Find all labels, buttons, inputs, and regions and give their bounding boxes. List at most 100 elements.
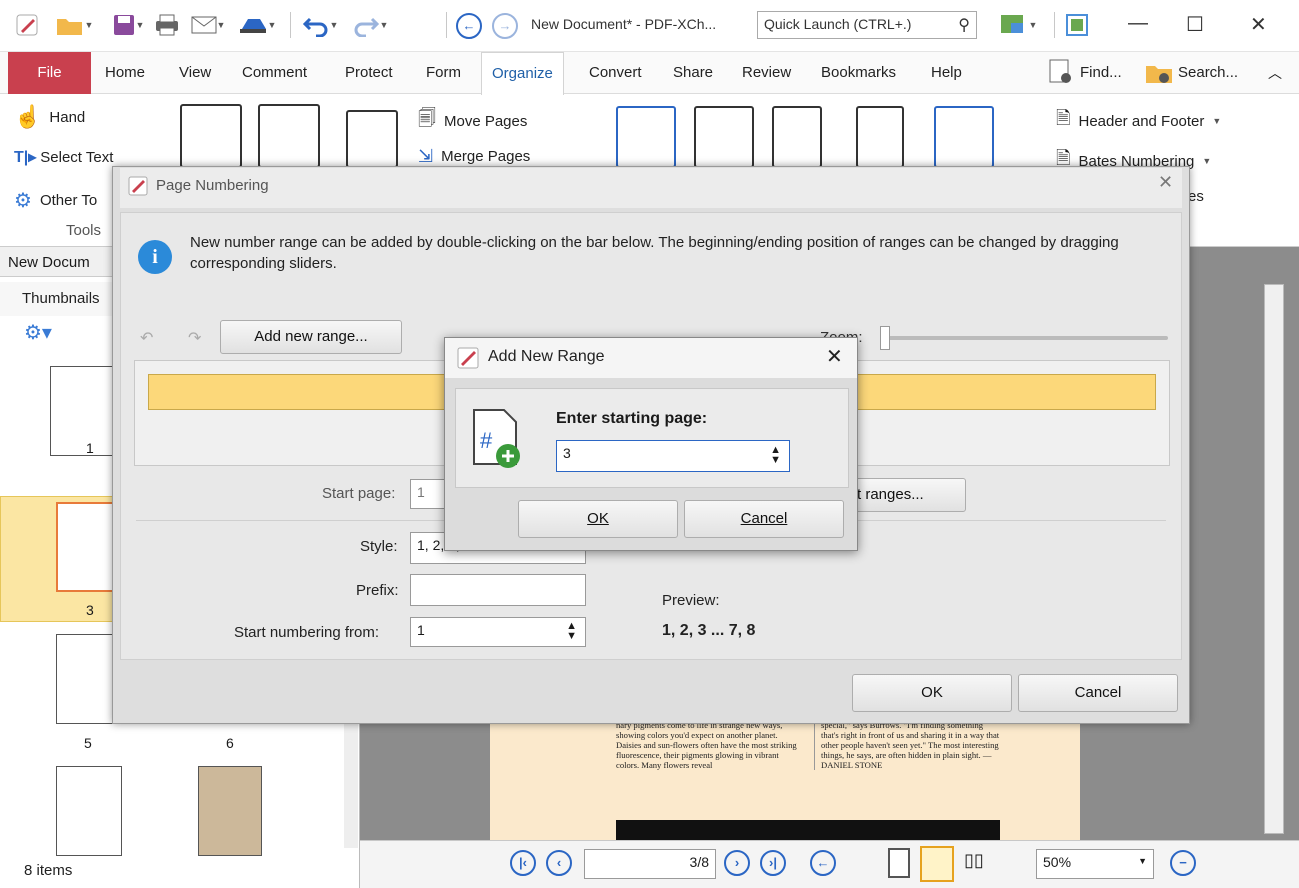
menu-protect[interactable]: Protect — [345, 64, 393, 81]
insert-pages-icon[interactable] — [180, 104, 242, 168]
gear-icon: ⚙ — [14, 190, 32, 212]
window-title: New Document* - PDF-XCh... — [531, 16, 717, 32]
page-text-col1: nary pigments come to life in strange ne… — [616, 720, 797, 770]
dialog-redo-icon[interactable]: ↷ — [188, 328, 201, 348]
zoom-select[interactable]: 50% ▼ — [1036, 849, 1154, 879]
prefix-field[interactable] — [410, 574, 586, 606]
print-icon[interactable] — [152, 10, 182, 40]
continuous-page-icon[interactable] — [920, 846, 954, 882]
app-logo-icon — [14, 10, 40, 40]
thumbnail-page-8[interactable] — [198, 766, 262, 856]
header-footer-button[interactable]: 🗎 Header and Footer ▼ — [1056, 106, 1221, 136]
menu-form[interactable]: Form — [426, 64, 461, 81]
menu-convert[interactable]: Convert — [589, 64, 642, 81]
last-page-icon[interactable]: ›| — [760, 850, 786, 876]
page-numbering-cancel-button[interactable]: Cancel — [1018, 674, 1178, 712]
page-numbering-logo-icon — [128, 176, 148, 199]
back-view-icon[interactable]: ← — [810, 850, 836, 876]
next-page-icon[interactable]: › — [724, 850, 750, 876]
close-icon[interactable]: ✕ — [1250, 12, 1267, 37]
rotate-pages-icon[interactable] — [616, 106, 676, 168]
customize-icon[interactable]: ▼ — [988, 10, 1048, 40]
menu-share[interactable]: Share — [673, 64, 713, 81]
resize-pages-icon[interactable] — [772, 106, 822, 168]
zoom-out-icon[interactable]: − — [1170, 850, 1196, 876]
open-folder-icon[interactable]: ▼ — [52, 10, 96, 40]
thumbnail-page-7[interactable] — [56, 766, 122, 856]
fullscreen-icon[interactable] — [1062, 10, 1092, 40]
crop-pages-icon[interactable] — [694, 106, 754, 168]
zoom-slider-track[interactable] — [880, 336, 1168, 340]
menu-organize[interactable]: Organize — [481, 52, 564, 95]
menu-help[interactable]: Help — [931, 64, 962, 81]
add-range-cancel-button[interactable]: Cancel — [684, 500, 844, 538]
page-numbering-close-icon[interactable]: ✕ — [1158, 172, 1173, 193]
dialog-undo-icon[interactable]: ↶ — [140, 328, 153, 348]
thumbnail-options-icon[interactable]: ⚙▾ — [24, 320, 52, 345]
redo-icon[interactable]: ▼ — [348, 10, 392, 40]
search-icon: ⚲ — [958, 17, 970, 34]
thumbnail-label-5: 5 — [84, 735, 92, 751]
viewer-scrollbar[interactable] — [1264, 284, 1284, 834]
first-page-icon[interactable]: |‹ — [510, 850, 536, 876]
move-pages-label: Move Pages — [443, 112, 528, 130]
tools-group-label: Tools — [66, 222, 102, 239]
collapse-ribbon-icon[interactable]: ︿ — [1268, 63, 1282, 83]
start-numbering-field[interactable]: 1 ▲ ▼ — [410, 617, 586, 647]
menu-home[interactable]: Home — [105, 64, 145, 81]
ranges-button[interactable]: t ranges... — [846, 478, 966, 512]
extract-pages-icon[interactable] — [346, 110, 398, 168]
hand-tool[interactable]: ☝ Hand — [14, 104, 85, 130]
header-footer-label: Header and Footer — [1078, 112, 1205, 130]
zoom-slider-thumb[interactable] — [880, 326, 890, 350]
other-tools[interactable]: ⚙ Other To — [14, 188, 97, 213]
thumbnails-tab[interactable]: Thumbnails — [22, 290, 100, 307]
select-text-icon: T|▸ — [14, 149, 37, 166]
menu-view[interactable]: View — [179, 64, 211, 81]
merge-pages-button[interactable]: ⇲ Merge Pages — [418, 146, 530, 167]
svg-text:#: # — [480, 428, 493, 453]
watermark-icon[interactable] — [856, 106, 904, 168]
zoom-value: 50% — [1043, 854, 1072, 870]
scan-icon[interactable]: ▼ — [232, 10, 282, 40]
preview-label: Preview: — [662, 592, 720, 609]
menu-comment[interactable]: Comment — [242, 64, 307, 81]
add-range-close-icon[interactable]: ✕ — [826, 344, 843, 369]
maximize-icon[interactable]: ☐ — [1186, 12, 1204, 37]
menu-review[interactable]: Review — [742, 64, 791, 81]
page-text-col2: special," says Burrows. "I'm finding som… — [814, 720, 1000, 770]
email-icon[interactable]: ▼ — [188, 10, 228, 40]
previous-page-icon[interactable]: ‹ — [546, 850, 572, 876]
chevron-down-icon: ▼ — [1212, 116, 1222, 126]
find-label: Find... — [1080, 63, 1122, 81]
select-text-tool[interactable]: T|▸ Select Text — [14, 147, 113, 167]
spin-icon[interactable]: ▲ ▼ — [770, 445, 781, 466]
thumbnail-page-1[interactable] — [50, 366, 116, 456]
minimize-icon[interactable]: — — [1128, 12, 1148, 35]
add-range-ok-button[interactable]: OK — [518, 500, 678, 538]
delete-pages-icon[interactable] — [258, 104, 320, 168]
menu-bookmarks[interactable]: Bookmarks — [821, 64, 896, 81]
info-icon: i — [138, 240, 172, 274]
file-menu[interactable]: File — [8, 52, 91, 94]
starting-page-input[interactable]: 3 ▲ ▼ — [556, 440, 790, 472]
spin-icon[interactable]: ▲ ▼ — [566, 621, 577, 642]
page-number-field[interactable]: 3/8 — [584, 849, 716, 879]
undo-icon[interactable]: ▼ — [298, 10, 342, 40]
page-numbering-ok-button[interactable]: OK — [852, 674, 1012, 712]
quick-launch-input[interactable]: Quick Launch (CTRL+.) ⚲ — [757, 11, 977, 39]
search-button[interactable]: Search... — [1144, 58, 1238, 86]
find-button[interactable]: Find... — [1046, 58, 1122, 86]
page-numbering-titlebar — [120, 168, 1182, 208]
forward-icon[interactable]: → — [492, 13, 518, 39]
chevron-down-icon: ▼ — [1202, 156, 1212, 166]
move-pages-button[interactable]: 🗐 Move Pages — [418, 106, 527, 136]
starting-page-value: 3 — [563, 445, 571, 461]
add-new-range-button[interactable]: Add new range... — [220, 320, 402, 354]
document-tab[interactable]: New Docum — [8, 251, 128, 277]
back-icon[interactable]: ← — [456, 13, 482, 39]
facing-pages-icon[interactable]: ▯▯ — [964, 850, 984, 871]
save-icon[interactable]: ▼ — [108, 10, 148, 40]
background-icon[interactable] — [934, 106, 994, 168]
single-page-icon[interactable] — [888, 848, 910, 878]
